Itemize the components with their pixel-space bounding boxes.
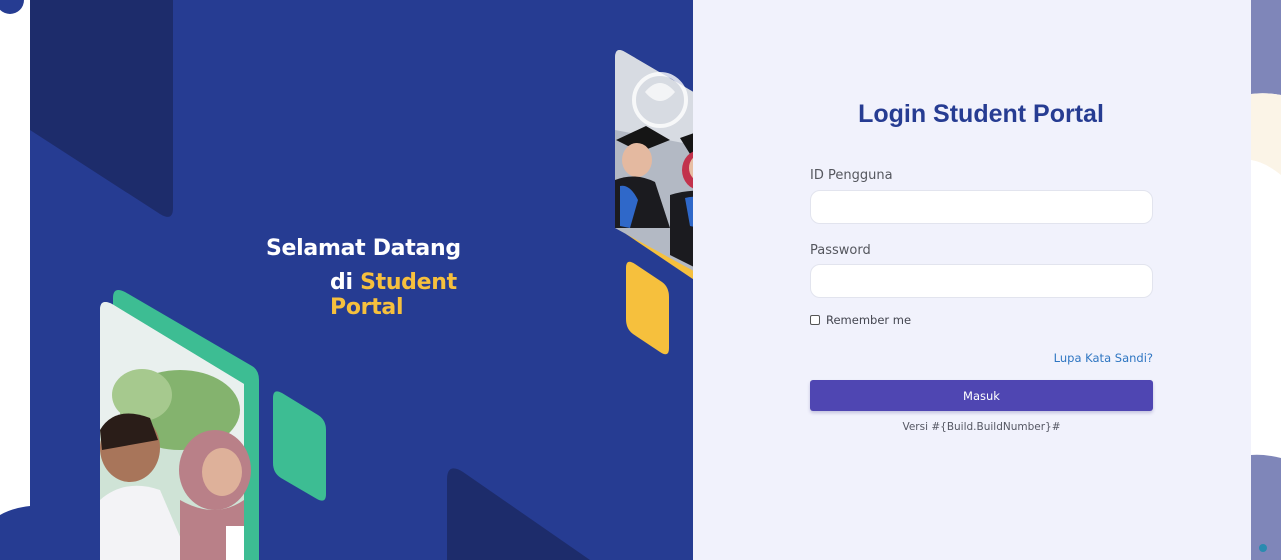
password-input[interactable]: [810, 264, 1153, 298]
welcome-line-2: di Student Portal: [266, 270, 526, 320]
login-button[interactable]: Masuk: [810, 380, 1153, 411]
forgot-password-link[interactable]: Lupa Kata Sandi?: [1054, 351, 1153, 365]
welcome-line-1: Selamat Datang: [266, 236, 461, 261]
username-input[interactable]: [810, 190, 1153, 224]
password-label: Password: [810, 243, 871, 258]
username-label: ID Pengguna: [810, 168, 893, 183]
login-title: Login Student Portal: [858, 100, 1104, 128]
edge-decoration: [1251, 0, 1281, 560]
hero-panel: Selamat Datang di Student Portal: [30, 0, 693, 560]
remember-me-checkbox[interactable]: [810, 315, 820, 325]
remember-me: Remember me: [810, 313, 911, 327]
graduates-photo: [615, 50, 693, 271]
welcome-line-2-prefix: di: [330, 270, 361, 295]
yellow-accent-shape: [626, 261, 669, 355]
remember-me-label: Remember me: [826, 313, 912, 327]
login-panel: Login Student Portal ID Pengguna Passwor…: [693, 0, 1251, 560]
welcome-heading: Selamat Datang di Student Portal: [266, 236, 526, 320]
status-dot-icon: [1259, 544, 1267, 552]
version-text: Versi #{Build.BuildNumber}#: [902, 421, 1061, 433]
green-accent-shape: [273, 391, 326, 501]
